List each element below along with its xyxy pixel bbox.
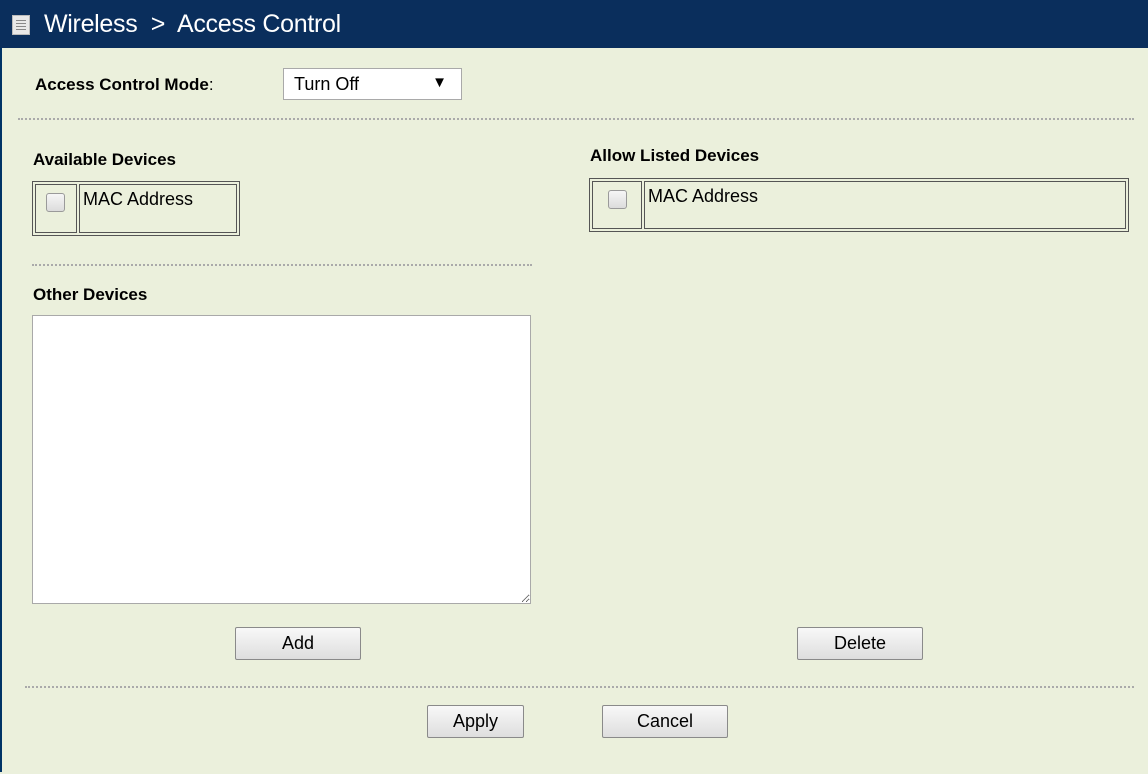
page-header: Wireless > Access Control — [0, 0, 1148, 48]
select-value: Turn Off — [294, 74, 360, 94]
divider — [32, 264, 532, 266]
available-devices-table: MAC Address — [32, 181, 240, 236]
allowed-select-all-checkbox[interactable] — [608, 190, 627, 209]
mac-address-header: MAC Address — [644, 181, 1126, 229]
cancel-button[interactable]: Cancel — [602, 705, 728, 738]
apply-button[interactable]: Apply — [427, 705, 524, 738]
available-devices-title: Available Devices — [33, 150, 177, 169]
other-devices-title: Other Devices — [33, 285, 148, 304]
select-all-cell — [35, 184, 77, 233]
select-all-cell — [592, 181, 642, 229]
available-select-all-checkbox[interactable] — [46, 193, 65, 212]
page-title: Wireless > Access Control — [44, 10, 341, 38]
dropdown-arrow-icon: ▼ — [432, 74, 447, 91]
add-button[interactable]: Add — [235, 627, 361, 660]
page-icon — [12, 15, 30, 35]
other-devices-textarea[interactable] — [32, 315, 531, 604]
label-colon: : — [208, 75, 214, 94]
access-control-mode-label: Access Control Mode: — [35, 75, 214, 95]
divider — [18, 118, 1134, 120]
allow-listed-devices-title: Allow Listed Devices — [590, 146, 760, 165]
access-control-mode-select[interactable]: Turn Off ▼ — [283, 68, 462, 100]
allow-listed-devices-table: MAC Address — [589, 178, 1129, 232]
access-control-mode-text: Access Control Mode — [35, 75, 209, 94]
delete-button[interactable]: Delete — [797, 627, 923, 660]
divider — [25, 686, 1134, 688]
mac-address-header: MAC Address — [79, 184, 237, 233]
